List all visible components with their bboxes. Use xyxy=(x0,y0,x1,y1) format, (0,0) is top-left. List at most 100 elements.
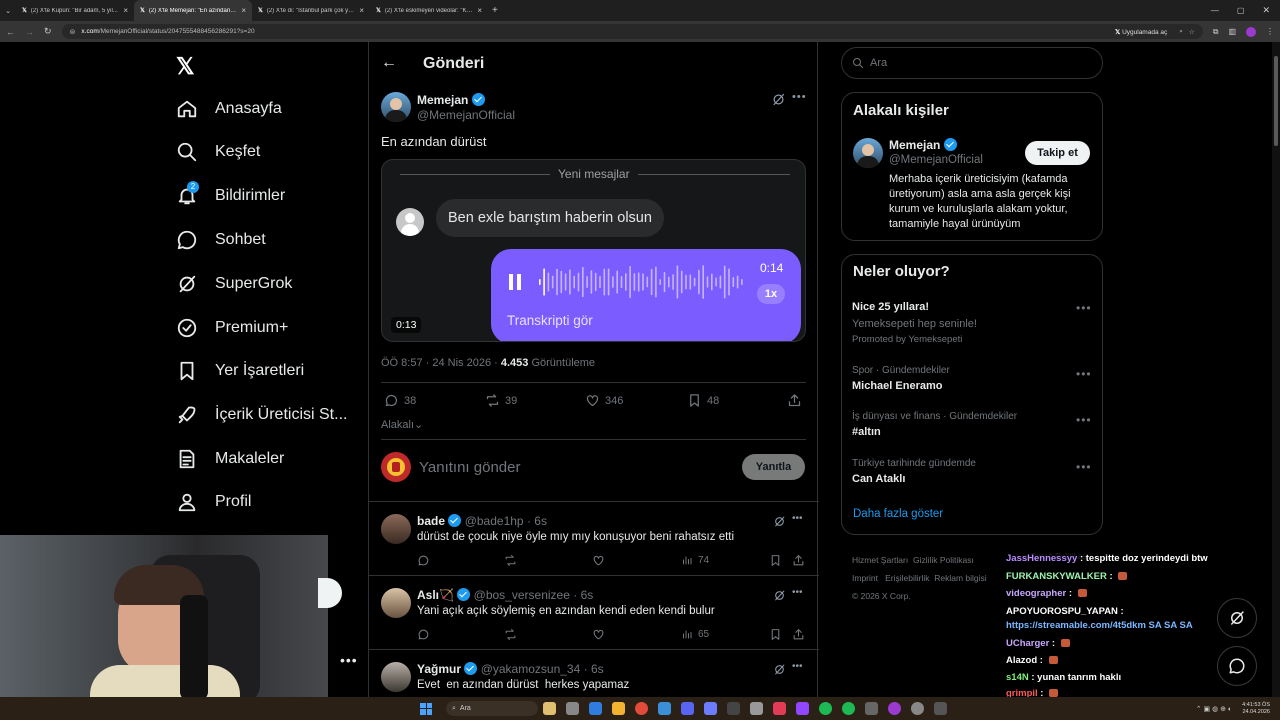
reply-avatar[interactable] xyxy=(381,588,411,618)
reply-bookmark-button[interactable] xyxy=(769,554,782,567)
discord-icon[interactable] xyxy=(681,702,694,715)
zoom-icon[interactable]: ⌕ xyxy=(1179,28,1183,36)
share-button[interactable] xyxy=(787,393,802,408)
sidebar-item-profile[interactable]: Profil xyxy=(176,490,251,514)
taskbar-search[interactable]: ⌕ Ara xyxy=(446,701,538,716)
related-name[interactable]: Memejan xyxy=(889,138,957,152)
footer-link[interactable]: Hizmet Şartları xyxy=(852,555,908,565)
reply-author-handle[interactable]: @bos_versenizee xyxy=(474,588,570,602)
extensions-icon[interactable]: ⧉ xyxy=(1213,27,1219,37)
url-input[interactable]: ⊜ x.com/MemejanOfficial/status/204755548… xyxy=(61,24,1203,39)
footer-link[interactable]: Reklam bilgisi xyxy=(934,573,986,583)
playback-speed-button[interactable]: 1x xyxy=(757,284,785,304)
more-options-icon[interactable]: ••• xyxy=(792,513,803,524)
task-view-icon[interactable] xyxy=(566,702,579,715)
follow-button[interactable]: Takip et xyxy=(1025,141,1090,165)
author-avatar[interactable] xyxy=(381,92,411,122)
sidebar-item-premium[interactable]: Premium+ xyxy=(176,316,288,340)
reply-avatar[interactable] xyxy=(381,514,411,544)
post-button-partial[interactable] xyxy=(318,578,342,608)
reply-author-name[interactable]: Yağmur xyxy=(417,662,461,676)
show-more-link[interactable]: Daha fazla göster xyxy=(853,508,943,520)
tray-icons[interactable]: ⌃ ▣ ◍ ⊕ ◐ xyxy=(1196,705,1232,713)
grok-icon[interactable] xyxy=(771,92,786,107)
reply-age[interactable]: 6s xyxy=(591,662,604,676)
trend-item-promoted[interactable]: Nice 25 yıllara! Yemeksepeti hep seninle… xyxy=(852,301,977,345)
reply-input[interactable]: Yanıtını gönder xyxy=(419,459,520,476)
file-explorer-icon[interactable] xyxy=(612,702,625,715)
messages-floating-button[interactable] xyxy=(1217,646,1257,686)
like-button[interactable]: 346 xyxy=(585,393,623,408)
reply-repost-button[interactable] xyxy=(504,628,517,641)
post-media[interactable]: Yeni mesajlar Ben exle barıştım haberin … xyxy=(381,159,806,342)
reply-author-name[interactable]: Aslı🏹 xyxy=(417,588,454,602)
reload-icon[interactable]: ↻ xyxy=(44,26,52,37)
spotify-icon[interactable] xyxy=(842,702,855,715)
related-avatar[interactable] xyxy=(853,138,883,168)
close-icon[interactable]: × xyxy=(123,6,128,15)
more-options-icon[interactable]: ••• xyxy=(1076,367,1092,381)
browser-tab-active[interactable]: 𝕏 (2) X'te Memejan: "En azından d... × xyxy=(134,0,252,21)
sidebar-item-supergrok[interactable]: SuperGrok xyxy=(176,272,292,296)
sidebar-item-creator-studio[interactable]: İçerik Üreticisi St... xyxy=(176,403,347,427)
close-icon[interactable]: × xyxy=(477,6,482,15)
reply-reply-button[interactable] xyxy=(417,628,430,641)
app-icon[interactable] xyxy=(727,702,740,715)
footer-link[interactable]: Gizlilik Politikası xyxy=(913,555,974,565)
reply-author-handle[interactable]: @yakamozsun_34 xyxy=(481,662,581,676)
reply-avatar[interactable] xyxy=(381,662,411,692)
repost-button[interactable]: 39 xyxy=(485,393,517,408)
menu-icon[interactable]: ⋮ xyxy=(1266,27,1274,36)
app-icon[interactable] xyxy=(704,702,717,715)
more-options-icon[interactable]: ••• xyxy=(1076,413,1092,427)
minimize-icon[interactable]: — xyxy=(1211,6,1219,15)
spotify-icon[interactable] xyxy=(819,702,832,715)
trend-item[interactable]: Spor · Gündemdekiler Michael Eneramo xyxy=(852,365,950,392)
widget-icon[interactable] xyxy=(543,702,556,715)
reply-item[interactable]: Yağmur @yakamozsun_34 · 6s Evet en azınd… xyxy=(369,650,819,702)
pause-icon[interactable] xyxy=(509,274,521,290)
site-info-icon[interactable]: ⊜ xyxy=(70,28,76,36)
reply-item[interactable]: bade @bade1hp · 6s dürüst de çocuk niye … xyxy=(369,502,819,576)
app-icon[interactable] xyxy=(934,702,947,715)
close-icon[interactable]: × xyxy=(359,6,364,15)
reply-reply-button[interactable] xyxy=(417,554,430,567)
browser-tab[interactable]: 𝕏 (2) X'te Kupün: "Bir adam, 5 yıl... × xyxy=(16,0,134,21)
forward-icon[interactable]: → xyxy=(25,27,34,37)
x-logo-icon[interactable]: 𝕏 xyxy=(176,53,195,80)
more-icon[interactable]: ••• xyxy=(340,652,358,668)
author-handle[interactable]: @MemejanOfficial xyxy=(417,108,515,122)
taskbar-clock[interactable]: 4:41:53 ÖS 24.04.2026 xyxy=(1242,702,1270,716)
app-icon[interactable] xyxy=(911,702,924,715)
my-avatar[interactable] xyxy=(381,452,411,482)
sidebar-icon[interactable]: ▥ xyxy=(1228,27,1236,36)
app-icon[interactable] xyxy=(750,702,763,715)
reply-author-handle[interactable]: @bade1hp xyxy=(465,514,524,528)
star-icon[interactable]: ☆ xyxy=(1189,28,1195,36)
twitch-icon[interactable] xyxy=(796,702,809,715)
page-scrollbar[interactable] xyxy=(1272,42,1280,697)
sidebar-item-chat[interactable]: Sohbet xyxy=(176,228,266,252)
app-icon[interactable] xyxy=(865,702,878,715)
reply-views[interactable]: 65 xyxy=(681,628,709,640)
footer-link[interactable]: Erişilebilirlik xyxy=(885,573,929,583)
more-options-icon[interactable]: ••• xyxy=(792,587,803,598)
back-icon[interactable]: ← xyxy=(6,27,15,37)
sidebar-item-home[interactable]: Anasayfa xyxy=(176,97,282,121)
chrome-profile-icon[interactable] xyxy=(888,702,901,715)
start-icon[interactable] xyxy=(420,702,432,715)
more-options-icon[interactable]: ••• xyxy=(1076,460,1092,474)
reply-button[interactable]: 38 xyxy=(384,393,416,408)
reply-views[interactable]: 74 xyxy=(681,554,709,566)
voice-message-bubble[interactable]: 0:14 1x Transkripti gör xyxy=(491,249,801,341)
tab-search-icon[interactable]: ⌄ xyxy=(0,7,16,15)
maximize-icon[interactable]: ▢ xyxy=(1237,6,1245,15)
reply-item[interactable]: Aslı🏹 @bos_versenizee · 6s Yani açık açı… xyxy=(369,576,819,650)
sidebar-item-bookmarks[interactable]: Yer İşaretleri xyxy=(176,359,304,383)
reply-like-button[interactable] xyxy=(592,628,605,641)
author-name[interactable]: Memejan xyxy=(417,93,485,107)
browser-tab[interactable]: 𝕏 (2) X'te eskimeyen videolar: "Ka... × xyxy=(370,0,488,21)
sidebar-item-notifications[interactable]: 2 Bildirimler xyxy=(176,181,285,208)
more-options-icon[interactable]: ••• xyxy=(792,91,807,103)
post-time[interactable]: ÖÖ 8:57 xyxy=(381,357,423,369)
